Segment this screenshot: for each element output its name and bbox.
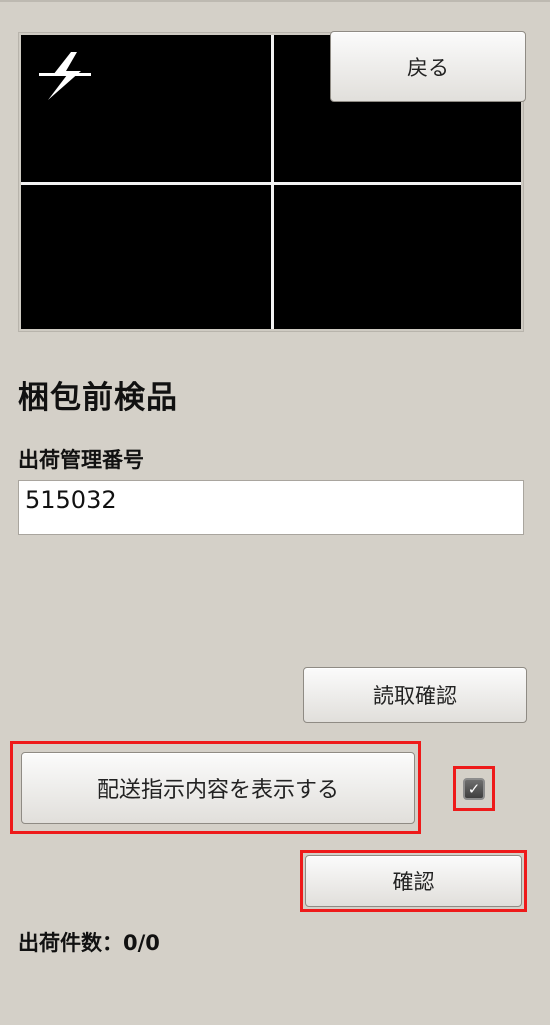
show-delivery-instructions-button[interactable]: 配送指示内容を表示する (21, 752, 415, 824)
page-title: 梱包前検品 (18, 380, 178, 416)
camera-grid-horizontal-line (21, 182, 521, 185)
confirm-button[interactable]: 確認 (305, 855, 522, 907)
shipment-count-value: 0/0 (123, 931, 160, 955)
shipment-count: 出荷件数：0/0 (18, 927, 160, 957)
show-instructions-checkbox[interactable]: ✓ (463, 778, 485, 800)
shipping-number-input[interactable]: 515032 (18, 480, 524, 535)
back-button[interactable]: 戻る (330, 31, 526, 102)
shipment-count-label: 出荷件数： (18, 931, 123, 955)
read-confirm-button[interactable]: 読取確認 (303, 667, 527, 723)
lightning-bolt-icon[interactable] (37, 49, 93, 103)
shipping-number-label: 出荷管理番号 (18, 448, 144, 472)
top-border-line (0, 0, 550, 2)
